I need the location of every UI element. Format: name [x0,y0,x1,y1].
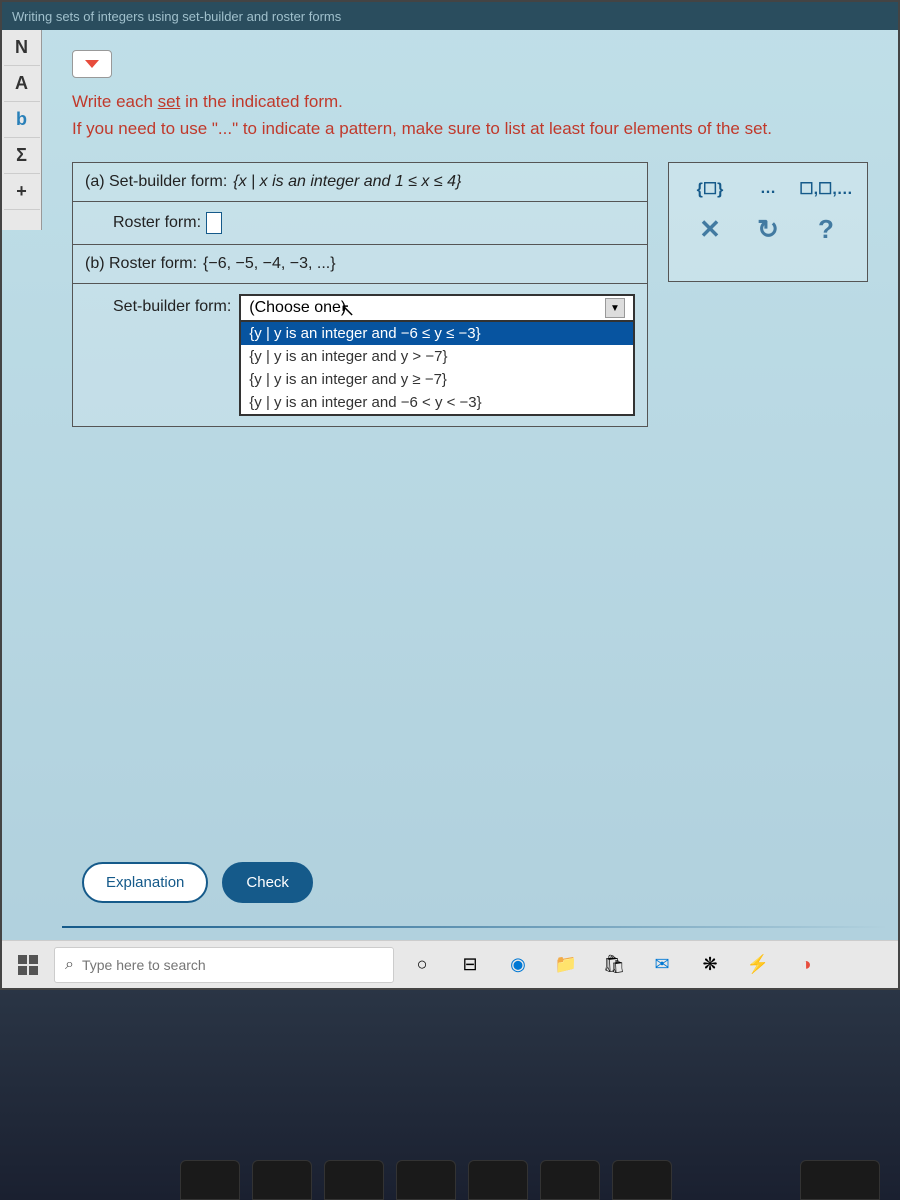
close-button[interactable]: ✕ [692,215,728,243]
part-b-setbuilder-label: Set-builder form: [113,298,231,316]
button-row: Explanation Check [82,862,313,903]
part-a-label: (a) Set-builder form: [85,173,227,191]
kb-key [180,1160,240,1200]
instr-line2: If you need to use "..." to indicate a p… [72,119,772,138]
part-a-roster-row: Roster form: [73,202,647,245]
problem-box: (a) Set-builder form: {x | x is an integ… [72,162,648,427]
mail-icon[interactable]: ✉ [642,947,682,983]
title-text: Writing sets of integers using set-build… [12,9,341,24]
problem-container: (a) Set-builder form: {x | x is an integ… [72,162,868,427]
store-icon[interactable]: 🛍 [594,947,634,983]
kb-key [540,1160,600,1200]
keyboard [0,1150,900,1200]
cortana-icon[interactable]: ○ [402,947,442,983]
kb-key [800,1160,880,1200]
left-tab-n[interactable]: N [4,30,40,66]
part-b-setbuilder-row: Set-builder form: (Choose one) ▼ {y | y … [73,284,647,426]
left-tab-a[interactable]: A [4,66,40,102]
dropdown-options: {y | y is an integer and −6 ≤ y ≤ −3} {y… [239,322,635,416]
search-input[interactable] [82,957,383,973]
roster-input[interactable] [206,212,222,234]
kb-key [396,1160,456,1200]
part-b-row: (b) Roster form: {−6, −5, −4, −3, ...} [73,245,647,284]
search-box[interactable]: ⌕ [54,947,394,983]
kb-key [468,1160,528,1200]
dropdown-placeholder: (Choose one) [249,299,346,317]
search-icon: ⌕ [65,956,74,974]
left-tab-b[interactable]: b [4,102,40,138]
chevron-down-icon [85,60,99,68]
pattern-button[interactable]: ☐,☐,… [808,175,844,203]
divider [62,926,888,928]
part-b-content: {−6, −5, −4, −3, ...} [203,255,336,273]
windows-icon [18,955,38,975]
dropdown-option-2[interactable]: {y | y is an integer and y > −7} [241,345,633,368]
left-tab-plus[interactable]: + [4,174,40,210]
app-icon[interactable]: ◑ [786,947,826,983]
left-panel: N A b Σ + [2,30,42,230]
check-button[interactable]: Check [222,862,313,903]
part-a-content: {x | x is an integer and 1 ≤ x ≤ 4} [233,173,461,191]
help-button[interactable]: ? [808,215,844,243]
tool-row-2: ✕ ↻ ? [681,215,855,243]
section-toggle[interactable] [72,50,112,78]
part-a-row: (a) Set-builder form: {x | x is an integ… [73,163,647,202]
start-button[interactable] [10,947,46,983]
braces-button[interactable]: {☐} [692,175,728,203]
title-bar: Writing sets of integers using set-build… [2,2,898,30]
explanation-button[interactable]: Explanation [82,862,208,903]
dots-button[interactable]: … [750,175,786,203]
kb-key [324,1160,384,1200]
main-content: Write each set in the indicated form. If… [42,30,898,988]
set-link[interactable]: set [158,92,181,111]
dropdown-option-4[interactable]: {y | y is an integer and −6 < y < −3} [241,391,633,414]
kb-key [252,1160,312,1200]
power-icon[interactable]: ⚡ [738,947,778,983]
edge-icon[interactable]: ◉ [498,947,538,983]
part-a-roster-label: Roster form: [113,214,201,232]
explorer-icon[interactable]: 📁 [546,947,586,983]
reset-button[interactable]: ↻ [750,215,786,243]
dropdown-option-3[interactable]: {y | y is an integer and y ≥ −7} [241,368,633,391]
dropdown-select[interactable]: (Choose one) ▼ [239,294,635,322]
left-tab-sigma[interactable]: Σ [4,138,40,174]
background-area [0,990,900,1200]
instr-part1: Write each [72,92,158,111]
part-b-label: (b) Roster form: [85,255,197,273]
instructions: Write each set in the indicated form. If… [72,88,868,142]
taskbar: ⌕ ○ ⊟ ◉ 📁 🛍 ✉ ❋ ⚡ ◑ [2,940,898,988]
toolbox: {☐} … ☐,☐,… ✕ ↻ ? [668,162,868,282]
settings-icon[interactable]: ❋ [690,947,730,983]
setbuilder-dropdown: (Choose one) ▼ {y | y is an integer and … [239,294,635,416]
dropdown-arrow-icon: ▼ [605,298,625,318]
kb-key [612,1160,672,1200]
instr-part2: in the indicated form. [180,92,343,111]
app-window: Writing sets of integers using set-build… [0,0,900,990]
task-view-icon[interactable]: ⊟ [450,947,490,983]
dropdown-option-1[interactable]: {y | y is an integer and −6 ≤ y ≤ −3} [241,322,633,345]
tool-row-1: {☐} … ☐,☐,… [681,175,855,203]
